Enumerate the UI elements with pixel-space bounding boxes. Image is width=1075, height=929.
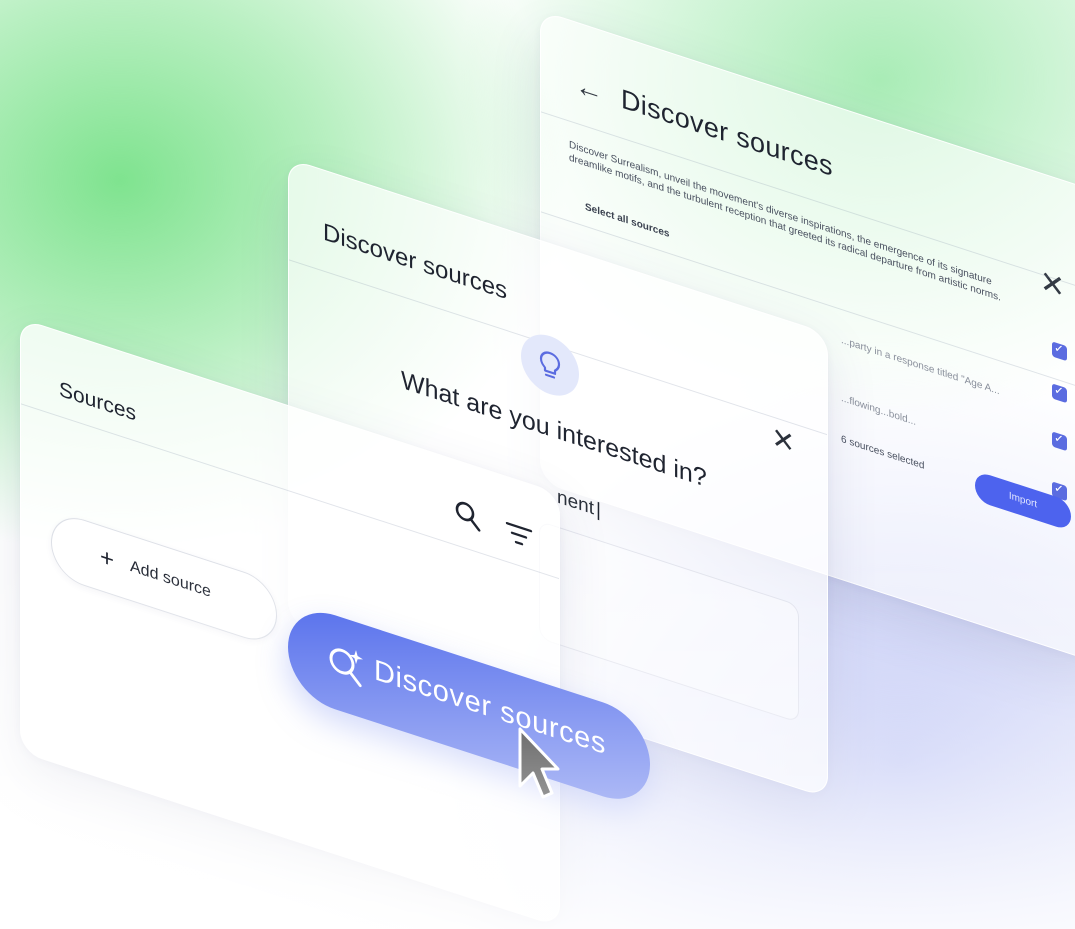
checkbox-icon[interactable] [1052,341,1067,362]
add-source-button[interactable]: + Add source [51,509,277,649]
source-snippet: ...flowing...bold... [841,392,917,429]
dialog-title: Discover sources [323,218,508,306]
lightbulb-icon [539,351,561,379]
search-icon[interactable] [453,496,483,536]
close-icon[interactable]: ✕ [772,420,795,461]
selected-count: 6 sources selected [841,433,925,472]
checkbox-icon[interactable] [1052,383,1067,404]
interest-input[interactable]: nent [557,486,601,522]
import-button[interactable]: Import [975,470,1071,532]
interest-textarea[interactable] [539,520,799,724]
source-snippet: ...party in a response titled "Age A... [841,334,1000,398]
close-icon[interactable]: ✕ [1040,263,1065,306]
plus-icon: + [100,542,115,575]
back-arrow-icon[interactable]: ← [575,68,603,109]
lightbulb-badge [521,326,579,404]
select-all-sources[interactable]: Select all sources [585,202,670,240]
cursor-icon [518,727,560,799]
filter-icon[interactable] [505,519,533,552]
magic-search-icon [329,648,363,688]
add-source-label: Add source [130,557,211,602]
checkbox-icon[interactable] [1052,431,1067,452]
